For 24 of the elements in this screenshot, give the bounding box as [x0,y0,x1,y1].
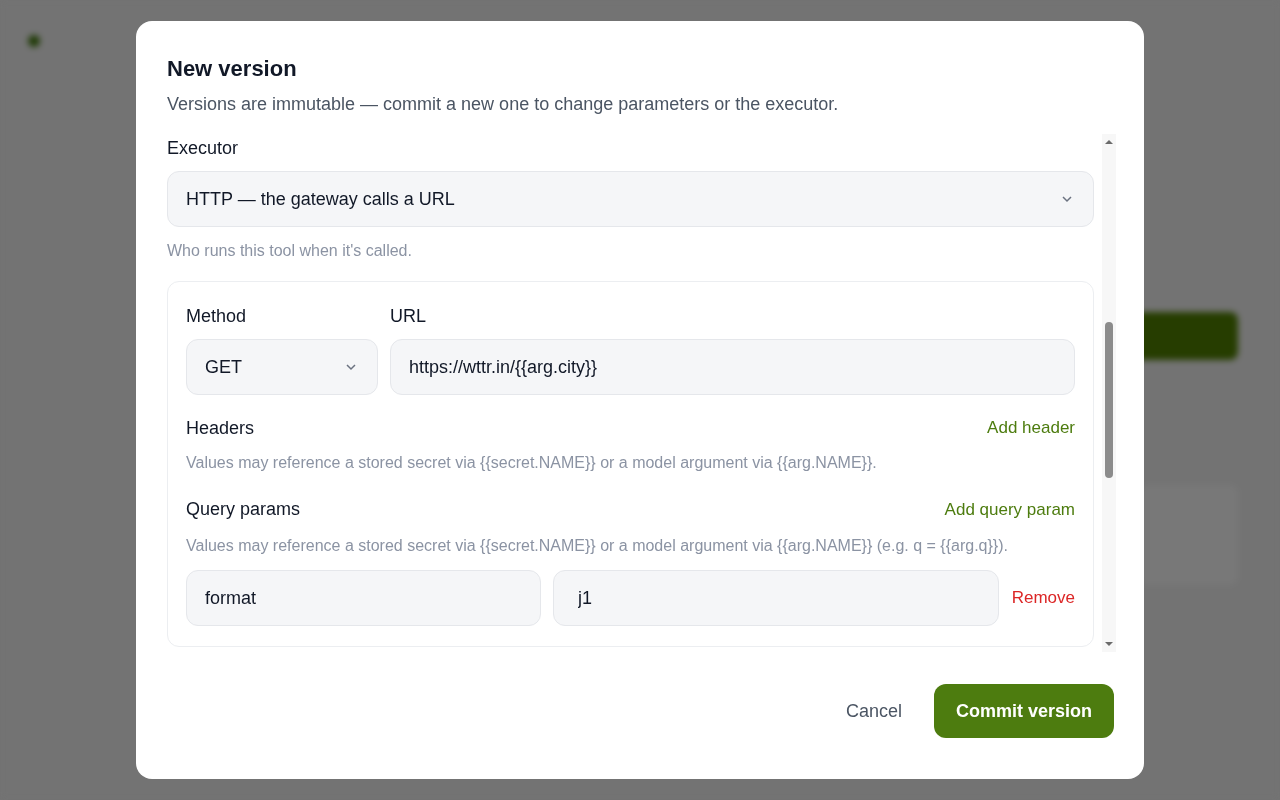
add-query-param-link[interactable]: Add query param [944,496,1075,522]
scrollbar-thumb[interactable] [1105,322,1113,478]
field-label: Method [186,305,248,328]
field-label: Executor [167,137,240,160]
scrollbar[interactable] [1102,134,1116,652]
section-label: Query params [186,498,301,522]
remove-link[interactable]: Remove [1010,585,1075,611]
param-value-input[interactable]: j1 [553,570,999,626]
url-input[interactable]: https://wttr.in/{{arg.city}} [390,339,1075,395]
param-key-input[interactable]: format [186,570,541,626]
scroll-down-icon[interactable] [1104,640,1114,648]
query-params-hint: Values may reference a stored secret via {{secret.NAME}} or a model argument via {{arg.NAME}} (e.g. q = {{arg.q}}). [186,536,1009,556]
dialog-title: New version [167,55,298,83]
headers-hint: Values may reference a stored secret via {{secret.NAME}} or a model argument via {{arg.NAME}}. [186,452,878,473]
field-label: URL [390,305,427,328]
dialog-description: Versions are immutable — commit a new one to change parameters or the executor. [167,93,840,116]
field-hint: Who runs this tool when it's called. [167,241,413,261]
executor-select[interactable]: HTTP — the gateway calls a URL [167,171,1094,227]
cancel-button[interactable]: Cancel [821,684,926,738]
section-label: Headers [186,416,255,440]
method-select[interactable]: GET [186,339,378,395]
add-header-link[interactable]: Add header [987,415,1075,441]
commit-version-button[interactable]: Commit version [933,684,1114,738]
scroll-up-icon[interactable] [1104,138,1114,146]
